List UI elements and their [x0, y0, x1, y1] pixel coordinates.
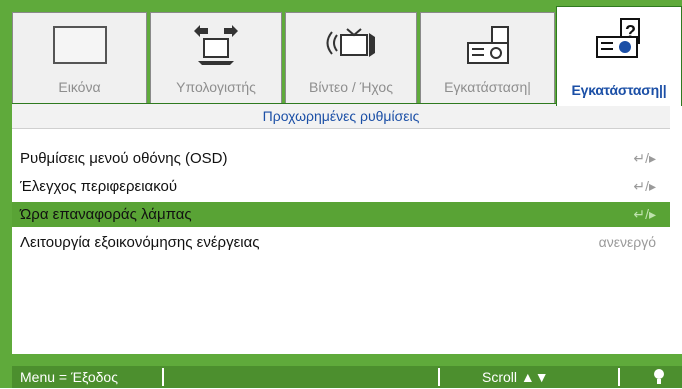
projector-advanced-icon: ?: [589, 17, 649, 68]
row-label: Ρυθμίσεις μενού οθόνης (OSD): [20, 150, 228, 167]
menu-row-power-saving[interactable]: Λειτουργία εξοικονόμησης ενέργειας ανενε…: [12, 230, 670, 255]
tab-computer[interactable]: Υπολογιστής: [150, 12, 282, 104]
tab-setup-1[interactable]: Εγκατάσταση|: [420, 12, 555, 104]
menu-row-osd-settings[interactable]: Ρυθμίσεις μενού οθόνης (OSD) ↵/▸: [12, 146, 670, 171]
menu-row-peripheral-control[interactable]: Έλεγχος περιφερειακού ↵/▸: [12, 174, 670, 199]
settings-panel: Προχωρημένες ρυθμίσεις Ρυθμίσεις μενού ο…: [12, 103, 682, 354]
tab-label: Εγκατάσταση|: [444, 79, 531, 95]
tab-label: Βίντεο / Ήχος: [309, 79, 393, 95]
tab-label: Εγκατάσταση||: [571, 82, 667, 98]
enter-arrow-icon: ↵/▸: [633, 206, 656, 222]
divider: [618, 368, 620, 386]
osd-frame: Εικόνα Υπολογιστής Βίντεο / Ήχος Εγκατάσ…: [0, 0, 682, 388]
tab-image[interactable]: Εικόνα: [12, 12, 147, 104]
tab-setup-2[interactable]: ? Εγκατάσταση||: [556, 6, 682, 106]
menu-exit-hint: Menu = Έξοδος: [20, 369, 118, 385]
video-audio-icon: [321, 23, 381, 72]
panel-title: Προχωρημένες ρυθμίσεις: [12, 104, 670, 129]
tab-label: Εικόνα: [58, 79, 101, 95]
divider: [162, 368, 164, 386]
footer-bar: Menu = Έξοδος Scroll ▲▼: [12, 366, 682, 388]
projector-settings-icon: [458, 23, 518, 72]
scroll-hint: Scroll ▲▼: [482, 369, 549, 385]
enter-arrow-icon: ↵/▸: [633, 150, 656, 166]
display-icon: [51, 23, 109, 72]
menu-row-lamp-reset[interactable]: Ώρα επαναφοράς λάμπας ↵/▸: [12, 202, 670, 227]
lamp-icon: [652, 368, 666, 389]
row-label: Λειτουργία εξοικονόμησης ενέργειας: [20, 234, 260, 251]
row-label: Έλεγχος περιφερειακού: [20, 178, 178, 195]
row-label: Ώρα επαναφοράς λάμπας: [20, 206, 192, 223]
tab-video-audio[interactable]: Βίντεο / Ήχος: [285, 12, 417, 104]
divider: [438, 368, 440, 386]
tab-label: Υπολογιστής: [176, 79, 256, 95]
computer-icon: [186, 23, 246, 72]
row-value: ανενεργό: [598, 234, 656, 250]
enter-arrow-icon: ↵/▸: [633, 178, 656, 194]
frame-edge: [0, 0, 12, 388]
